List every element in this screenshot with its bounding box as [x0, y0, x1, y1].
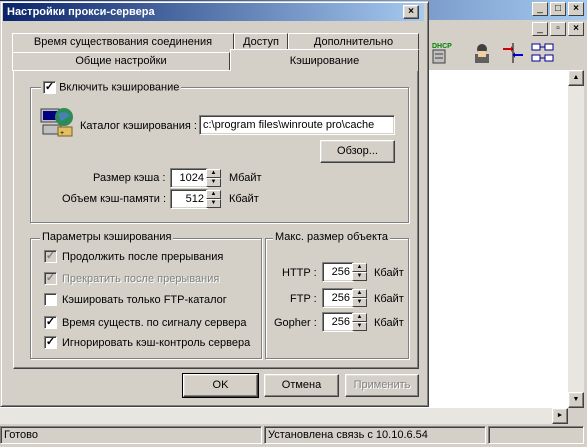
scroll-right-icon[interactable]: ►: [552, 408, 568, 424]
dhcp-label: DHCP: [432, 43, 452, 50]
ok-button[interactable]: OK: [182, 373, 259, 398]
ftp-label: FTP :: [290, 293, 317, 305]
status-connection: Установлена связь с 10.10.6.54: [264, 426, 486, 444]
network-icon[interactable]: [530, 41, 556, 65]
users-icon[interactable]: [470, 41, 496, 65]
http-size-stepper[interactable]: ▲ ▼: [352, 263, 367, 281]
ignore-cache-control-label: Игнорировать кэш-контроль сервера: [62, 337, 251, 349]
spin-down-icon[interactable]: ▼: [352, 298, 367, 307]
memory-size-label: Объем кэш-памяти :: [62, 193, 167, 205]
cache-globe-icon: +: [40, 105, 76, 139]
horizontal-scrollbar[interactable]: [0, 408, 568, 424]
gopher-unit: Кбайт: [374, 317, 404, 329]
ftp-size-input[interactable]: 256: [322, 288, 354, 308]
tab-connection-lifetime[interactable]: Время существования соединения: [12, 33, 234, 52]
spin-up-icon[interactable]: ▲: [352, 313, 367, 322]
enable-caching-legend[interactable]: ✓ Включить кэширование: [41, 81, 182, 94]
http-unit: Кбайт: [374, 267, 404, 279]
cache-params-legend: Параметры кэширования: [40, 231, 174, 243]
ports-icon[interactable]: [500, 41, 526, 65]
vertical-scrollbar[interactable]: [568, 70, 584, 408]
continue-after-abort-checkbox[interactable]: ✓: [44, 250, 57, 263]
svg-text:+: +: [60, 130, 64, 137]
status-left: Готово: [0, 426, 262, 444]
memory-size-input[interactable]: 512: [170, 189, 208, 209]
cache-size-label: Размер кэша :: [93, 172, 166, 184]
cancel-button[interactable]: Отмена: [264, 374, 339, 397]
mdi-restore-icon[interactable]: ▫: [550, 22, 566, 36]
cache-size-unit: Мбайт: [229, 172, 262, 184]
browse-button[interactable]: Обзор...: [320, 140, 395, 163]
tab-general[interactable]: Общие настройки: [12, 52, 230, 71]
maximize-icon[interactable]: □: [550, 2, 566, 16]
enable-caching-label: Включить кэширование: [59, 81, 180, 94]
memory-size-unit: Кбайт: [229, 193, 259, 205]
spin-up-icon[interactable]: ▲: [206, 169, 221, 178]
dialog-title: Настройки прокси-сервера: [3, 3, 424, 21]
apply-button[interactable]: Применить: [345, 374, 419, 397]
spin-up-icon[interactable]: ▲: [352, 289, 367, 298]
gopher-label: Gopher :: [274, 317, 317, 329]
status-extra: [488, 426, 584, 444]
server-lifetime-checkbox[interactable]: ✓: [44, 316, 57, 329]
dhcp-icon[interactable]: DHCP: [430, 41, 456, 65]
enable-caching-checkbox[interactable]: ✓: [43, 81, 56, 94]
spin-down-icon[interactable]: ▼: [206, 178, 221, 187]
scroll-down-icon[interactable]: ▼: [568, 392, 584, 408]
cache-dir-input[interactable]: c:\program files\winroute pro\cache: [199, 115, 395, 135]
ftp-catalog-only-checkbox[interactable]: [44, 293, 57, 306]
spin-up-icon[interactable]: ▲: [352, 263, 367, 272]
close-icon[interactable]: ×: [568, 2, 584, 16]
mdi-close-icon[interactable]: ×: [568, 22, 584, 36]
ftp-unit: Кбайт: [374, 293, 404, 305]
spin-down-icon[interactable]: ▼: [352, 322, 367, 331]
http-label: HTTP :: [282, 267, 317, 279]
spin-down-icon[interactable]: ▼: [206, 199, 221, 208]
cache-size-input[interactable]: 1024: [170, 168, 208, 188]
mdi-minimize-icon[interactable]: _: [532, 22, 548, 36]
gopher-size-input[interactable]: 256: [322, 312, 354, 332]
stop-after-abort-label: Прекратить после прерывания: [62, 273, 220, 285]
cache-size-stepper[interactable]: ▲ ▼: [206, 169, 221, 187]
tab-caching[interactable]: Кэширование: [230, 49, 419, 71]
server-lifetime-label: Время существ. по сигналу сервера: [62, 317, 247, 329]
ignore-cache-control-checkbox[interactable]: ✓: [44, 336, 57, 349]
http-size-input[interactable]: 256: [322, 262, 354, 282]
max-object-size-legend: Макс. размер объекта: [273, 231, 390, 243]
cache-dir-label: Каталог кэширования :: [80, 120, 197, 132]
ftp-catalog-only-label: Кэшировать только FTP-каталог: [62, 294, 227, 306]
spin-up-icon[interactable]: ▲: [206, 190, 221, 199]
stop-after-abort-checkbox[interactable]: ✓: [44, 272, 57, 285]
ftp-size-stepper[interactable]: ▲ ▼: [352, 289, 367, 307]
continue-after-abort-label: Продолжить после прерывания: [62, 251, 224, 263]
minimize-icon[interactable]: _: [532, 2, 548, 16]
spin-down-icon[interactable]: ▼: [352, 272, 367, 281]
dialog-close-button[interactable]: ×: [403, 5, 419, 19]
gopher-size-stepper[interactable]: ▲ ▼: [352, 313, 367, 331]
scroll-up-icon[interactable]: ▲: [568, 70, 584, 86]
memory-size-stepper[interactable]: ▲ ▼: [206, 190, 221, 208]
